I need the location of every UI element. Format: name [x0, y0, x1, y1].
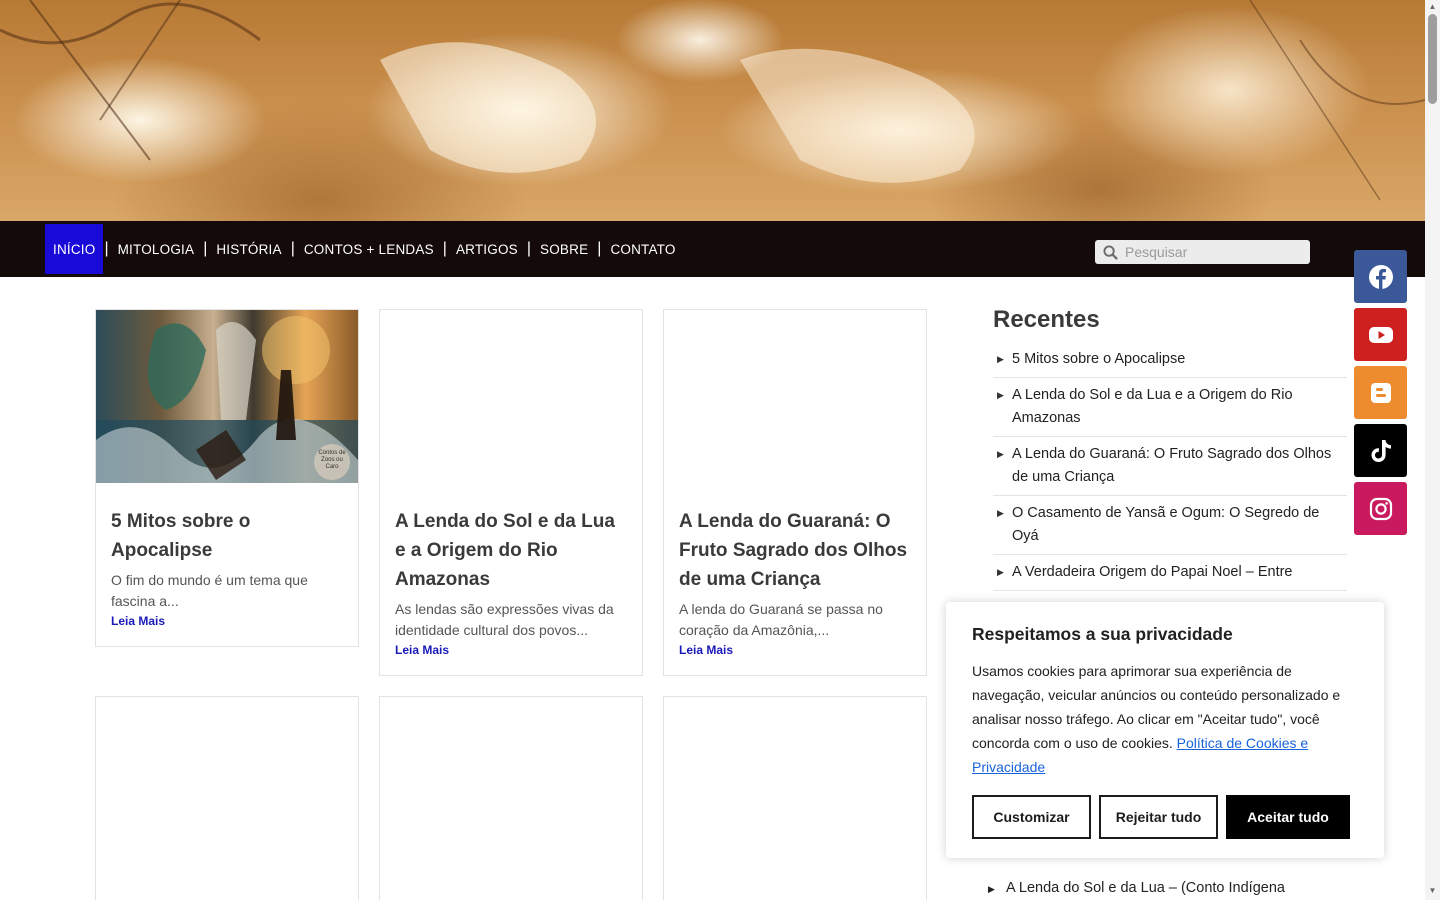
header-banner: [0, 0, 1425, 221]
post-card[interactable]: A Lenda do Guaraná: O Fruto Sagrado dos …: [663, 309, 927, 676]
nav-item-mitologia[interactable]: MITOLOGIA: [110, 224, 203, 274]
post-thumbnail[interactable]: Contos de Zoos ou Caro: [96, 310, 358, 483]
caret-right-icon: ▶: [997, 354, 1004, 364]
facebook-button[interactable]: [1354, 250, 1407, 303]
tiktok-button[interactable]: [1354, 424, 1407, 477]
cookie-consent-banner: Respeitamos a sua privacidade Usamos coo…: [946, 602, 1384, 858]
nav-item-historia[interactable]: HISTÓRIA: [208, 224, 289, 274]
blogger-button[interactable]: [1354, 366, 1407, 419]
instagram-button[interactable]: [1354, 482, 1407, 535]
sidebar-title: Recentes: [993, 306, 1100, 333]
caret-right-icon: ▶: [997, 508, 1004, 518]
search-box: [1095, 240, 1310, 264]
post-card-body: A Lenda do Sol e da Lua e a Origem do Ri…: [380, 483, 642, 673]
scroll-down-icon[interactable]: ▼: [1428, 886, 1437, 896]
instagram-icon: [1369, 497, 1392, 520]
recent-post-item[interactable]: ▶ 5 Mitos sobre o Apocalipse: [993, 342, 1347, 378]
recent-posts-list: ▶ 5 Mitos sobre o Apocalipse ▶ A Lenda d…: [993, 342, 1347, 591]
recent-post-link[interactable]: A Lenda do Guaraná: O Fruto Sagrado dos …: [1012, 443, 1347, 489]
post-excerpt: As lendas são expressões vivas da identi…: [395, 601, 614, 638]
read-more-link[interactable]: Leia Mais: [111, 614, 343, 628]
post-card[interactable]: [95, 696, 359, 900]
blogger-icon: [1370, 382, 1391, 403]
cookie-title: Respeitamos a sua privacidade: [972, 624, 1233, 644]
recent-post-item[interactable]: ▶ A Lenda do Sol e da Lua e a Origem do …: [993, 378, 1347, 437]
post-title[interactable]: A Lenda do Sol e da Lua e a Origem do Ri…: [395, 507, 627, 594]
youtube-icon: [1368, 326, 1393, 343]
post-card[interactable]: [379, 696, 643, 900]
nav-item-artigos[interactable]: ARTIGOS: [448, 224, 526, 274]
reject-all-button[interactable]: Rejeitar tudo: [1099, 795, 1218, 839]
recent-post-item[interactable]: ▶ A Verdadeira Origem do Papai Noel – En…: [993, 555, 1347, 591]
nav-menu: INÍCIO | MITOLOGIA | HISTÓRIA | CONTOS +…: [45, 221, 684, 277]
post-card-body: A Lenda do Guaraná: O Fruto Sagrado dos …: [664, 483, 926, 673]
post-excerpt: A lenda do Guaraná se passa no coração d…: [679, 601, 883, 638]
youtube-button[interactable]: [1354, 308, 1407, 361]
scroll-up-icon[interactable]: ▲: [1428, 2, 1437, 12]
recent-post-link[interactable]: A Verdadeira Origem do Papai Noel – Entr…: [1012, 561, 1347, 584]
recent-post-item[interactable]: ▶ A Lenda do Sol e da Lua – (Conto Indíg…: [988, 880, 1285, 896]
read-more-link[interactable]: Leia Mais: [395, 643, 627, 657]
post-card-body: 5 Mitos sobre o Apocalipse O fim do mund…: [96, 483, 358, 644]
read-more-link[interactable]: Leia Mais: [679, 643, 911, 657]
recent-post-item[interactable]: ▶ A Lenda do Guaraná: O Fruto Sagrado do…: [993, 437, 1347, 496]
recent-post-link[interactable]: A Lenda do Sol e da Lua e a Origem do Ri…: [1012, 384, 1347, 430]
thumbnail-caption: Contos de Zoos ou Caro: [318, 450, 346, 470]
recent-post-item[interactable]: ▶ O Casamento de Yansã e Ogum: O Segredo…: [993, 496, 1347, 555]
search-input[interactable]: [1125, 241, 1305, 263]
recent-post-link[interactable]: A Lenda do Sol e da Lua – (Conto Indígen…: [1006, 880, 1285, 896]
tiktok-icon: [1371, 439, 1391, 462]
scrollbar-thumb[interactable]: [1428, 14, 1437, 104]
post-card[interactable]: Contos de Zoos ou Caro 5 Mitos sobre o A…: [95, 309, 359, 647]
facebook-icon: [1368, 264, 1393, 289]
caret-right-icon: ▶: [988, 884, 995, 894]
page-scrollbar[interactable]: ▲ ▼: [1425, 0, 1440, 900]
banner-map-artwork: [0, 0, 1425, 201]
post-excerpt: O fim do mundo é um tema que fascina a..…: [111, 572, 308, 609]
recent-post-link[interactable]: 5 Mitos sobre o Apocalipse: [1012, 348, 1347, 371]
caret-right-icon: ▶: [997, 449, 1004, 459]
post-thumbnail[interactable]: [664, 310, 926, 483]
caret-right-icon: ▶: [997, 390, 1004, 400]
search-icon[interactable]: [1095, 240, 1125, 264]
post-thumbnail[interactable]: [380, 310, 642, 483]
nav-item-sobre[interactable]: SOBRE: [532, 224, 596, 274]
post-title[interactable]: A Lenda do Guaraná: O Fruto Sagrado dos …: [679, 507, 911, 594]
cookie-description: Usamos cookies para aprimorar sua experi…: [972, 659, 1352, 779]
recent-post-link[interactable]: O Casamento de Yansã e Ogum: O Segredo d…: [1012, 502, 1347, 548]
nav-item-contos-lendas[interactable]: CONTOS + LENDAS: [296, 224, 442, 274]
customize-button[interactable]: Customizar: [972, 795, 1091, 839]
accept-all-button[interactable]: Aceitar tudo: [1226, 795, 1350, 839]
post-card[interactable]: [663, 696, 927, 900]
nav-item-contato[interactable]: CONTATO: [602, 224, 683, 274]
post-card[interactable]: A Lenda do Sol e da Lua e a Origem do Ri…: [379, 309, 643, 676]
post-title[interactable]: 5 Mitos sobre o Apocalipse: [111, 507, 343, 565]
cookie-buttons: Customizar Rejeitar tudo Aceitar tudo: [972, 795, 1350, 839]
caret-right-icon: ▶: [997, 567, 1004, 577]
nav-item-inicio[interactable]: INÍCIO: [45, 224, 104, 274]
